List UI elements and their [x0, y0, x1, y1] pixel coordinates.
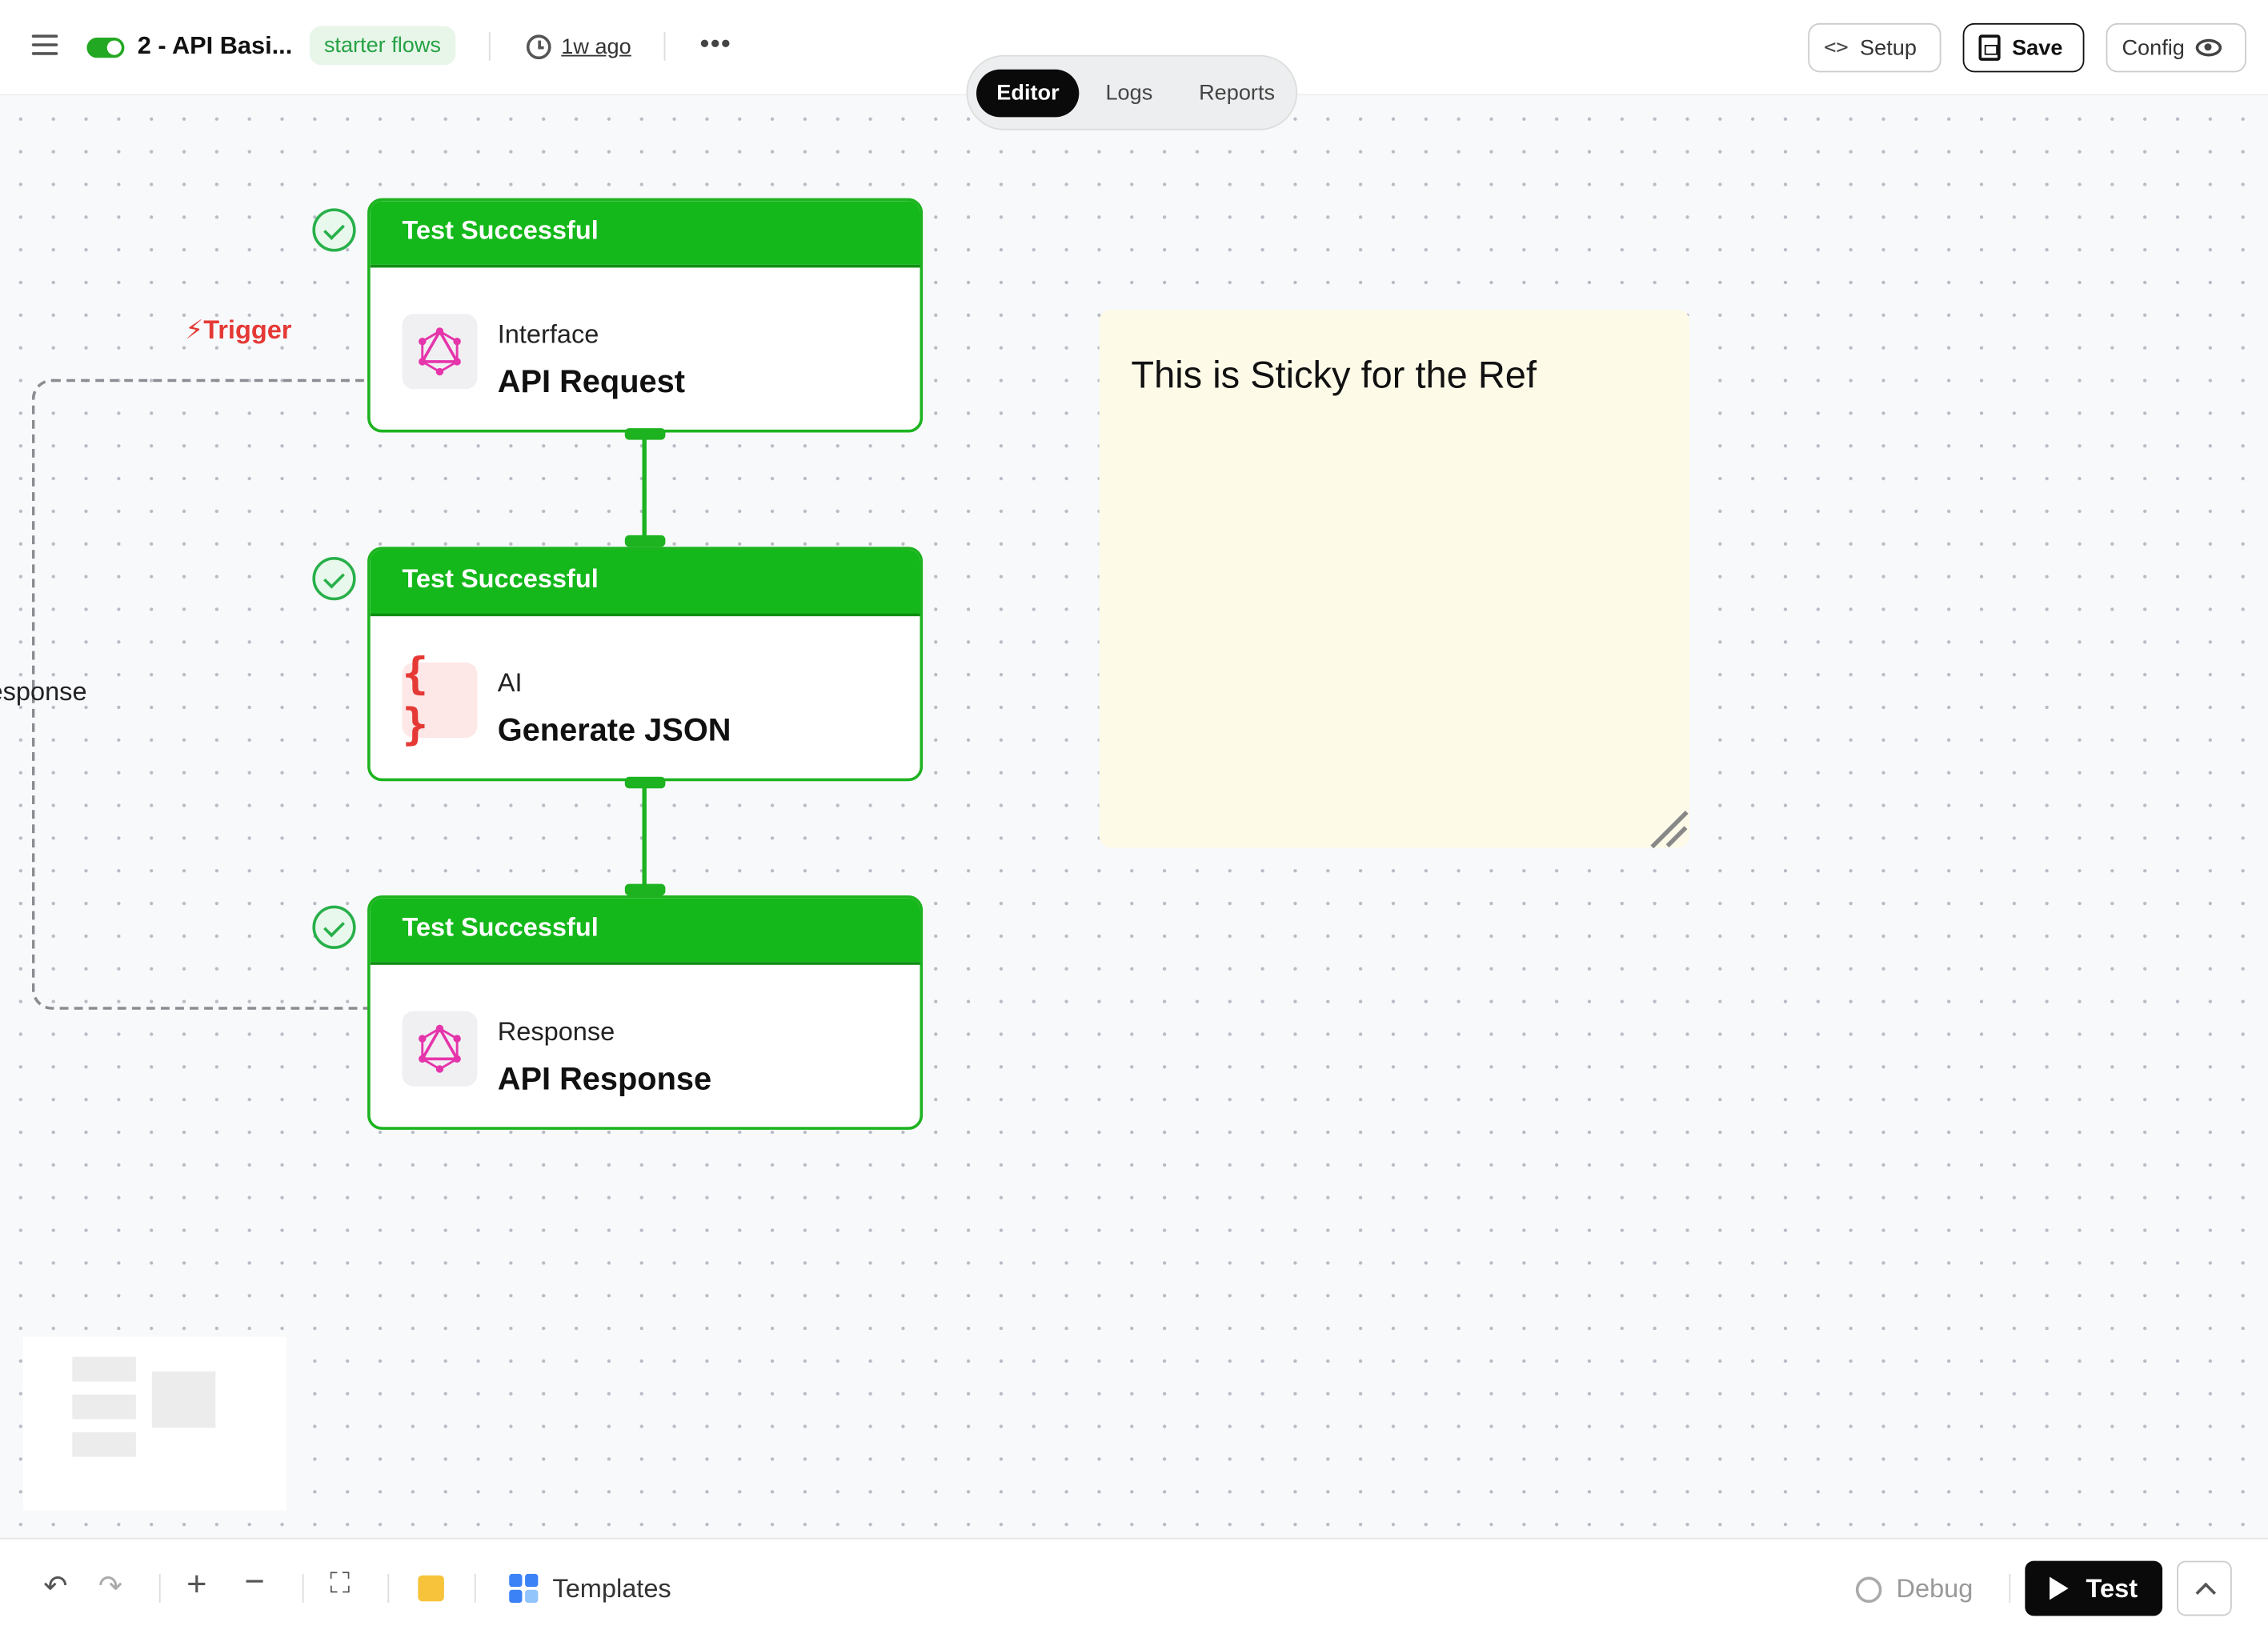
more-options-icon[interactable]: •••: [700, 29, 732, 59]
success-check-icon: [312, 905, 356, 949]
test-button[interactable]: Test: [2025, 1560, 2163, 1616]
divider: [302, 1573, 304, 1604]
expand-panel-button[interactable]: [2177, 1560, 2232, 1616]
divider: [663, 31, 666, 61]
node-api-request[interactable]: Test Successful Interface API Request: [367, 198, 924, 433]
node-title: API Response: [497, 1060, 712, 1097]
sticky-note-text[interactable]: This is Sticky for the Ref: [1131, 353, 1537, 398]
minimap-sticky: [151, 1371, 216, 1428]
minimap-node: [72, 1394, 136, 1420]
node-title: API Request: [497, 362, 685, 399]
save-icon: [1978, 34, 2001, 61]
node-status: Test Successful: [370, 201, 920, 265]
success-check-icon: [312, 208, 356, 252]
edge-label: esponse: [0, 677, 87, 707]
tab-editor[interactable]: Editor: [976, 68, 1080, 117]
zoom-out-icon[interactable]: −: [244, 1562, 264, 1603]
minimap[interactable]: [22, 1336, 287, 1511]
redo-icon[interactable]: ↷: [98, 1568, 122, 1604]
view-tabs: Editor Logs Reports: [966, 54, 1298, 130]
divider: [2009, 1573, 2011, 1604]
config-label: Config: [2122, 35, 2185, 61]
sticky-note[interactable]: This is Sticky for the Ref: [1099, 309, 1690, 848]
divider: [387, 1573, 390, 1604]
templates-icon[interactable]: [509, 1573, 539, 1604]
clock-icon: [526, 34, 551, 60]
flow-tag[interactable]: starter flows: [309, 26, 456, 66]
debug-button[interactable]: Debug: [1855, 1573, 1973, 1604]
minimap-node: [72, 1356, 136, 1382]
last-edited-link[interactable]: 1w ago: [561, 34, 631, 59]
json-braces-icon: { }: [402, 650, 478, 751]
setup-button[interactable]: <> Setup: [1808, 22, 1941, 73]
flow-title[interactable]: 2 - API Basi...: [138, 32, 293, 61]
history-icon: [1855, 1576, 1882, 1603]
graphql-icon: [402, 1011, 478, 1087]
templates-button[interactable]: Templates: [552, 1574, 671, 1604]
eye-icon: [2196, 38, 2222, 57]
node-category: AI: [497, 668, 523, 698]
edge-connector[interactable]: [642, 783, 647, 893]
divider: [474, 1573, 476, 1604]
node-status: Test Successful: [370, 898, 920, 963]
edge-connector[interactable]: [642, 434, 647, 544]
divider: [158, 1573, 161, 1604]
flow-active-toggle[interactable]: [86, 38, 125, 58]
bottom-toolbar: ↶ ↷ + − ⛶ Templates Debug Test: [0, 1537, 2268, 1626]
code-icon: <>: [1824, 36, 1849, 60]
menu-icon[interactable]: [31, 34, 58, 58]
node-title: Generate JSON: [497, 711, 731, 748]
save-label: Save: [2012, 35, 2063, 61]
resize-handle-icon[interactable]: [1649, 807, 1686, 845]
node-category: Interface: [497, 319, 599, 349]
zoom-in-icon[interactable]: +: [186, 1565, 206, 1606]
minimap-node: [72, 1432, 136, 1457]
config-button[interactable]: Config: [2106, 22, 2246, 73]
debug-label: Debug: [1896, 1573, 1973, 1604]
node-status: Test Successful: [370, 549, 920, 614]
play-icon: [2050, 1576, 2069, 1600]
tab-reports[interactable]: Reports: [1179, 69, 1296, 117]
input-handle[interactable]: [624, 883, 666, 896]
save-button[interactable]: Save: [1962, 22, 2085, 73]
fit-view-icon[interactable]: ⛶: [330, 1568, 350, 1602]
setup-label: Setup: [1860, 35, 1917, 61]
graphql-icon: [402, 314, 478, 390]
node-api-response[interactable]: Test Successful Response API Response: [367, 895, 924, 1130]
trigger-text: Trigger: [203, 315, 292, 345]
node-generate-json[interactable]: Test Successful { } AI Generate JSON: [367, 547, 924, 782]
tab-logs[interactable]: Logs: [1085, 69, 1172, 117]
node-category: Response: [497, 1016, 615, 1047]
success-check-icon: [312, 557, 356, 601]
divider: [488, 31, 491, 61]
add-sticky-icon[interactable]: [418, 1575, 444, 1602]
test-label: Test: [2086, 1572, 2138, 1603]
undo-icon[interactable]: ↶: [43, 1568, 67, 1604]
trigger-label: ⚡Trigger: [185, 315, 292, 345]
input-handle[interactable]: [624, 535, 666, 547]
